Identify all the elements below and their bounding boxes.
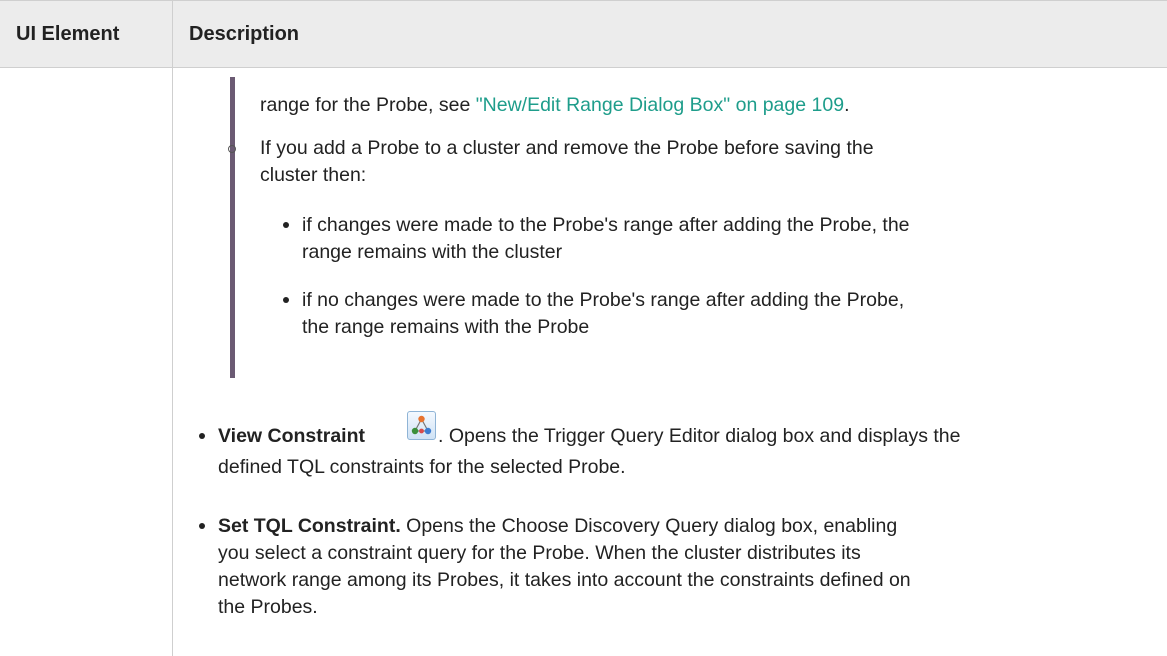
tql-graph-icon-glyph	[411, 415, 432, 435]
set-tql-constraint-text-line2: you select a constraint query for the Pr…	[218, 542, 861, 564]
set-tql-constraint-text-1: Opens the Choose Discovery Query dialog …	[400, 515, 898, 537]
column-divider	[172, 1, 173, 656]
view-constraint-text-line1: . Opens the Trigger Query Editor dialog …	[438, 425, 961, 447]
ui-element-table: UI Element Description range for the Pro…	[0, 0, 1167, 656]
inner-bullet-2-line2: the range remains with the Probe	[302, 316, 590, 338]
table-header-row: UI Element Description	[0, 1, 1167, 68]
tql-graph-icon[interactable]	[407, 411, 436, 440]
circle-bullet-icon	[228, 145, 236, 153]
range-reference-period: .	[844, 94, 850, 116]
view-constraint-text-line2: defined TQL constraints for the selected…	[218, 456, 626, 478]
inner-bullet-1-line2: range remains with the cluster	[302, 241, 563, 263]
set-tql-constraint-line1: Set TQL Constraint. Opens the Choose Dis…	[218, 513, 897, 540]
range-reference-text: range for the Probe, see	[260, 94, 476, 116]
header-ui-element: UI Element	[16, 23, 120, 45]
set-tql-constraint-text-line4: the Probes.	[218, 596, 318, 618]
dot-bullet-icon	[199, 523, 205, 529]
sub-bullet-line1: If you add a Probe to a cluster and remo…	[260, 137, 874, 159]
dot-bullet-icon	[199, 433, 205, 439]
range-reference-line: range for the Probe, see "New/Edit Range…	[260, 92, 849, 119]
inner-bullet-2-line1: if no changes were made to the Probe's r…	[302, 289, 905, 311]
view-constraint-title: View Constraint	[218, 425, 366, 447]
header-description: Description	[189, 23, 300, 45]
sub-bullet-line2: cluster then:	[260, 164, 367, 186]
note-sidebar-bar	[230, 77, 235, 378]
dot-bullet-icon	[283, 222, 289, 228]
inner-bullet-1-line1: if changes were made to the Probe's rang…	[302, 214, 910, 236]
set-tql-constraint-title: Set TQL Constraint.	[218, 515, 401, 537]
new-edit-range-link[interactable]: "New/Edit Range Dialog Box" on page 109	[476, 94, 844, 116]
view-constraint-title-line: View Constraint	[218, 423, 365, 450]
dot-bullet-icon	[283, 297, 289, 303]
set-tql-constraint-text-line3: network range among its Probes, it takes…	[218, 569, 911, 591]
